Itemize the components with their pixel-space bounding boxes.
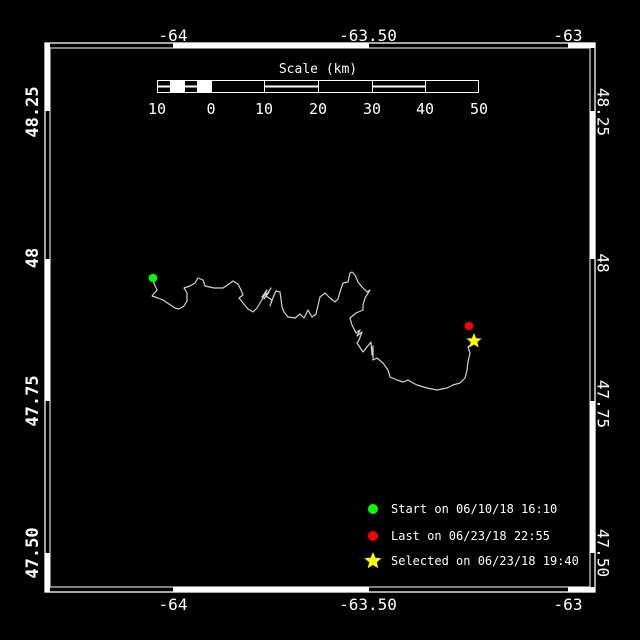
lon-tick-label-top: -63 [553,26,583,45]
legend-last-marker-icon [368,531,378,541]
scalebar-tick-label: 10 [147,100,167,118]
frame-band-left [45,43,50,111]
legend-selected-marker-icon [364,552,382,569]
scalebar-tick-label: 0 [206,100,216,118]
legend-start-label: Start on 06/10/18 16:10 [391,502,558,516]
scalebar-cell [198,81,212,92]
frame-band-bottom [173,587,369,592]
lat-tick-label-right: 48 [593,253,613,273]
legend-start-marker-icon [368,504,378,514]
lon-tick-label-top: -64 [158,26,188,45]
frame-band-left [45,259,50,401]
selected-marker[interactable] [466,333,482,348]
scalebar-tick-label: 30 [362,100,382,118]
legend-selected-label: Selected on 06/23/18 19:40 [391,554,579,568]
frame-band-bottom [568,587,595,592]
scalebar-tick-label: 40 [415,100,435,118]
lat-tick-label-right: 48.25 [593,87,613,137]
scalebar-cell [265,81,319,92]
scalebar-cell [426,81,480,92]
scalebar-title: Scale (km) [278,62,358,77]
scalebar-tick-label: 20 [308,100,328,118]
lat-tick-label-left: 48.25 [23,86,43,138]
lat-tick-label-left: 47.50 [23,527,43,579]
scalebar-cell [372,81,427,92]
scalebar-tick-label: 50 [469,100,489,118]
scalebar [157,80,479,93]
scalebar-cell [319,81,373,92]
track-path[interactable] [151,271,475,391]
lon-tick-label-bottom: -63 [553,595,583,614]
scalebar-cell [158,81,172,92]
scalebar-cell [171,81,185,92]
lat-tick-label-right: 47.75 [593,379,613,429]
map-canvas[interactable] [0,0,640,640]
legend-last-label: Last on 06/23/18 22:55 [391,529,550,543]
track-map-plot[interactable]: -64 -63.50 -63 -64 -63.50 -63 48.25 48 4… [0,0,640,640]
scalebar-tick-label: 10 [254,100,274,118]
last-marker[interactable] [464,321,474,331]
start-marker[interactable] [148,273,158,283]
lat-tick-label-left: 48 [23,247,43,269]
scalebar-cell [184,81,199,92]
lon-tick-label-bottom: -64 [158,595,188,614]
scalebar-cell [212,81,266,92]
lon-tick-label-top: -63.50 [339,26,397,45]
lat-tick-label-left: 47.75 [23,375,43,427]
lat-tick-label-right: 47.50 [593,528,613,578]
lon-tick-label-bottom: -63.50 [339,595,397,614]
frame-band-left [45,553,50,592]
